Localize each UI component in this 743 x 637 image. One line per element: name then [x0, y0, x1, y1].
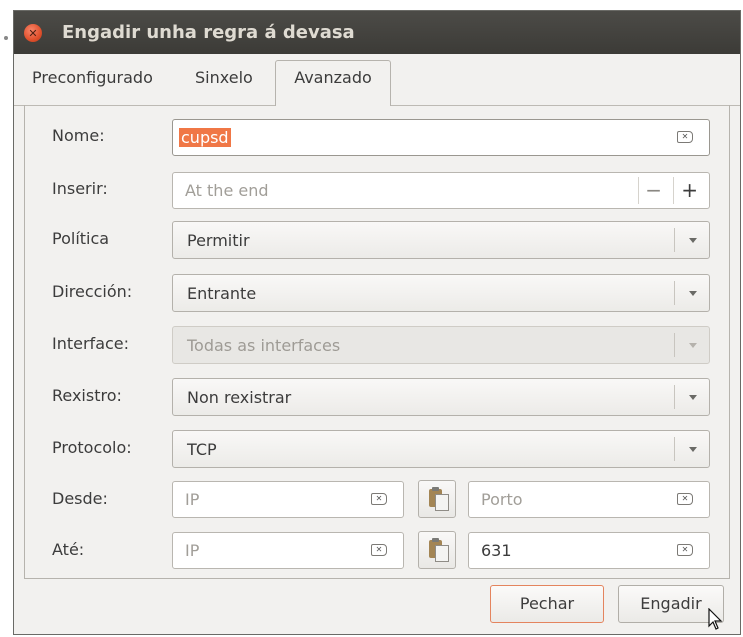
from-ip-input[interactable]: IP ✕	[172, 481, 404, 518]
interface-label: Interface:	[52, 334, 130, 353]
direction-label: Dirección:	[52, 282, 133, 301]
direction-dropdown[interactable]: Entrante	[172, 274, 710, 312]
paste-icon-paper	[435, 494, 449, 511]
policy-value: Permitir	[187, 230, 250, 250]
stepper-divider	[638, 177, 639, 204]
title-bar: ✕ Engadir unha regra á devasa	[14, 11, 740, 54]
insert-placeholder: At the end	[185, 181, 269, 200]
tab-bar: Preconfigurado Sinxelo Avanzado	[14, 54, 740, 106]
clear-text-icon[interactable]: ✕	[677, 493, 693, 505]
dialog-window: ✕ Engadir unha regra á devasa Preconfigu…	[13, 10, 741, 635]
policy-dropdown[interactable]: Permitir	[172, 221, 710, 259]
log-dropdown[interactable]: Non rexistrar	[172, 378, 710, 416]
name-label: Nome:	[52, 126, 105, 145]
close-button[interactable]: Pechar	[490, 585, 604, 623]
dropdown-divider	[674, 228, 675, 252]
to-ip-placeholder: IP	[185, 541, 200, 560]
from-paste-button[interactable]	[418, 480, 456, 518]
stepper-divider	[673, 177, 674, 204]
direction-value: Entrante	[187, 283, 257, 303]
from-port-placeholder: Porto	[481, 490, 523, 509]
to-label: Até:	[52, 540, 85, 559]
clear-text-icon[interactable]: ✕	[371, 544, 387, 556]
dropdown-divider	[674, 385, 675, 409]
clear-text-icon[interactable]: ✕	[371, 493, 387, 505]
to-ip-input[interactable]: IP ✕	[172, 532, 404, 569]
insert-label: Inserir:	[52, 179, 108, 198]
chevron-down-icon	[689, 238, 697, 243]
from-label: Desde:	[52, 489, 108, 508]
protocol-value: TCP	[187, 439, 217, 459]
clear-text-icon[interactable]: ✕	[677, 544, 693, 556]
window-title: Engadir unha regra á devasa	[62, 22, 355, 43]
tab-preconfigured[interactable]: Preconfigurado	[32, 68, 153, 87]
log-value: Non rexistrar	[187, 387, 292, 407]
paste-icon-clip	[432, 487, 439, 491]
name-value: cupsd	[179, 128, 231, 147]
tab-advanced[interactable]: Avanzado	[275, 60, 391, 106]
dropdown-divider	[674, 281, 675, 305]
insert-spinbox[interactable]: At the end − +	[172, 172, 710, 209]
interface-value: Todas as interfaces	[187, 335, 341, 355]
to-paste-button[interactable]	[418, 531, 456, 569]
advanced-panel: Nome: cupsd ✕ Inserir: At the end − + Po…	[24, 105, 730, 579]
to-port-input[interactable]: 631 ✕	[468, 532, 710, 569]
mouse-pointer-icon	[708, 608, 723, 630]
policy-label: Política	[52, 229, 110, 248]
from-port-input[interactable]: Porto ✕	[468, 481, 710, 518]
decrement-button[interactable]: −	[645, 179, 662, 201]
log-label: Rexistro:	[52, 386, 122, 405]
increment-button[interactable]: +	[681, 179, 698, 201]
protocol-dropdown[interactable]: TCP	[172, 430, 710, 468]
clear-text-icon[interactable]: ✕	[677, 131, 693, 143]
to-port-value: 631	[481, 541, 512, 560]
chevron-down-icon	[689, 395, 697, 400]
tab-simple[interactable]: Sinxelo	[195, 68, 253, 87]
close-icon[interactable]: ✕	[24, 24, 42, 42]
chevron-down-icon	[689, 343, 697, 348]
protocol-label: Protocolo:	[52, 438, 132, 457]
chevron-down-icon	[689, 447, 697, 452]
edge-marker	[4, 36, 8, 40]
dropdown-divider	[674, 333, 675, 357]
paste-icon-clip	[432, 538, 439, 542]
from-ip-placeholder: IP	[185, 490, 200, 509]
interface-dropdown: Todas as interfaces	[172, 326, 710, 364]
paste-icon-paper	[435, 545, 449, 562]
chevron-down-icon	[689, 291, 697, 296]
name-input[interactable]: cupsd ✕	[172, 119, 710, 156]
dropdown-divider	[674, 437, 675, 461]
